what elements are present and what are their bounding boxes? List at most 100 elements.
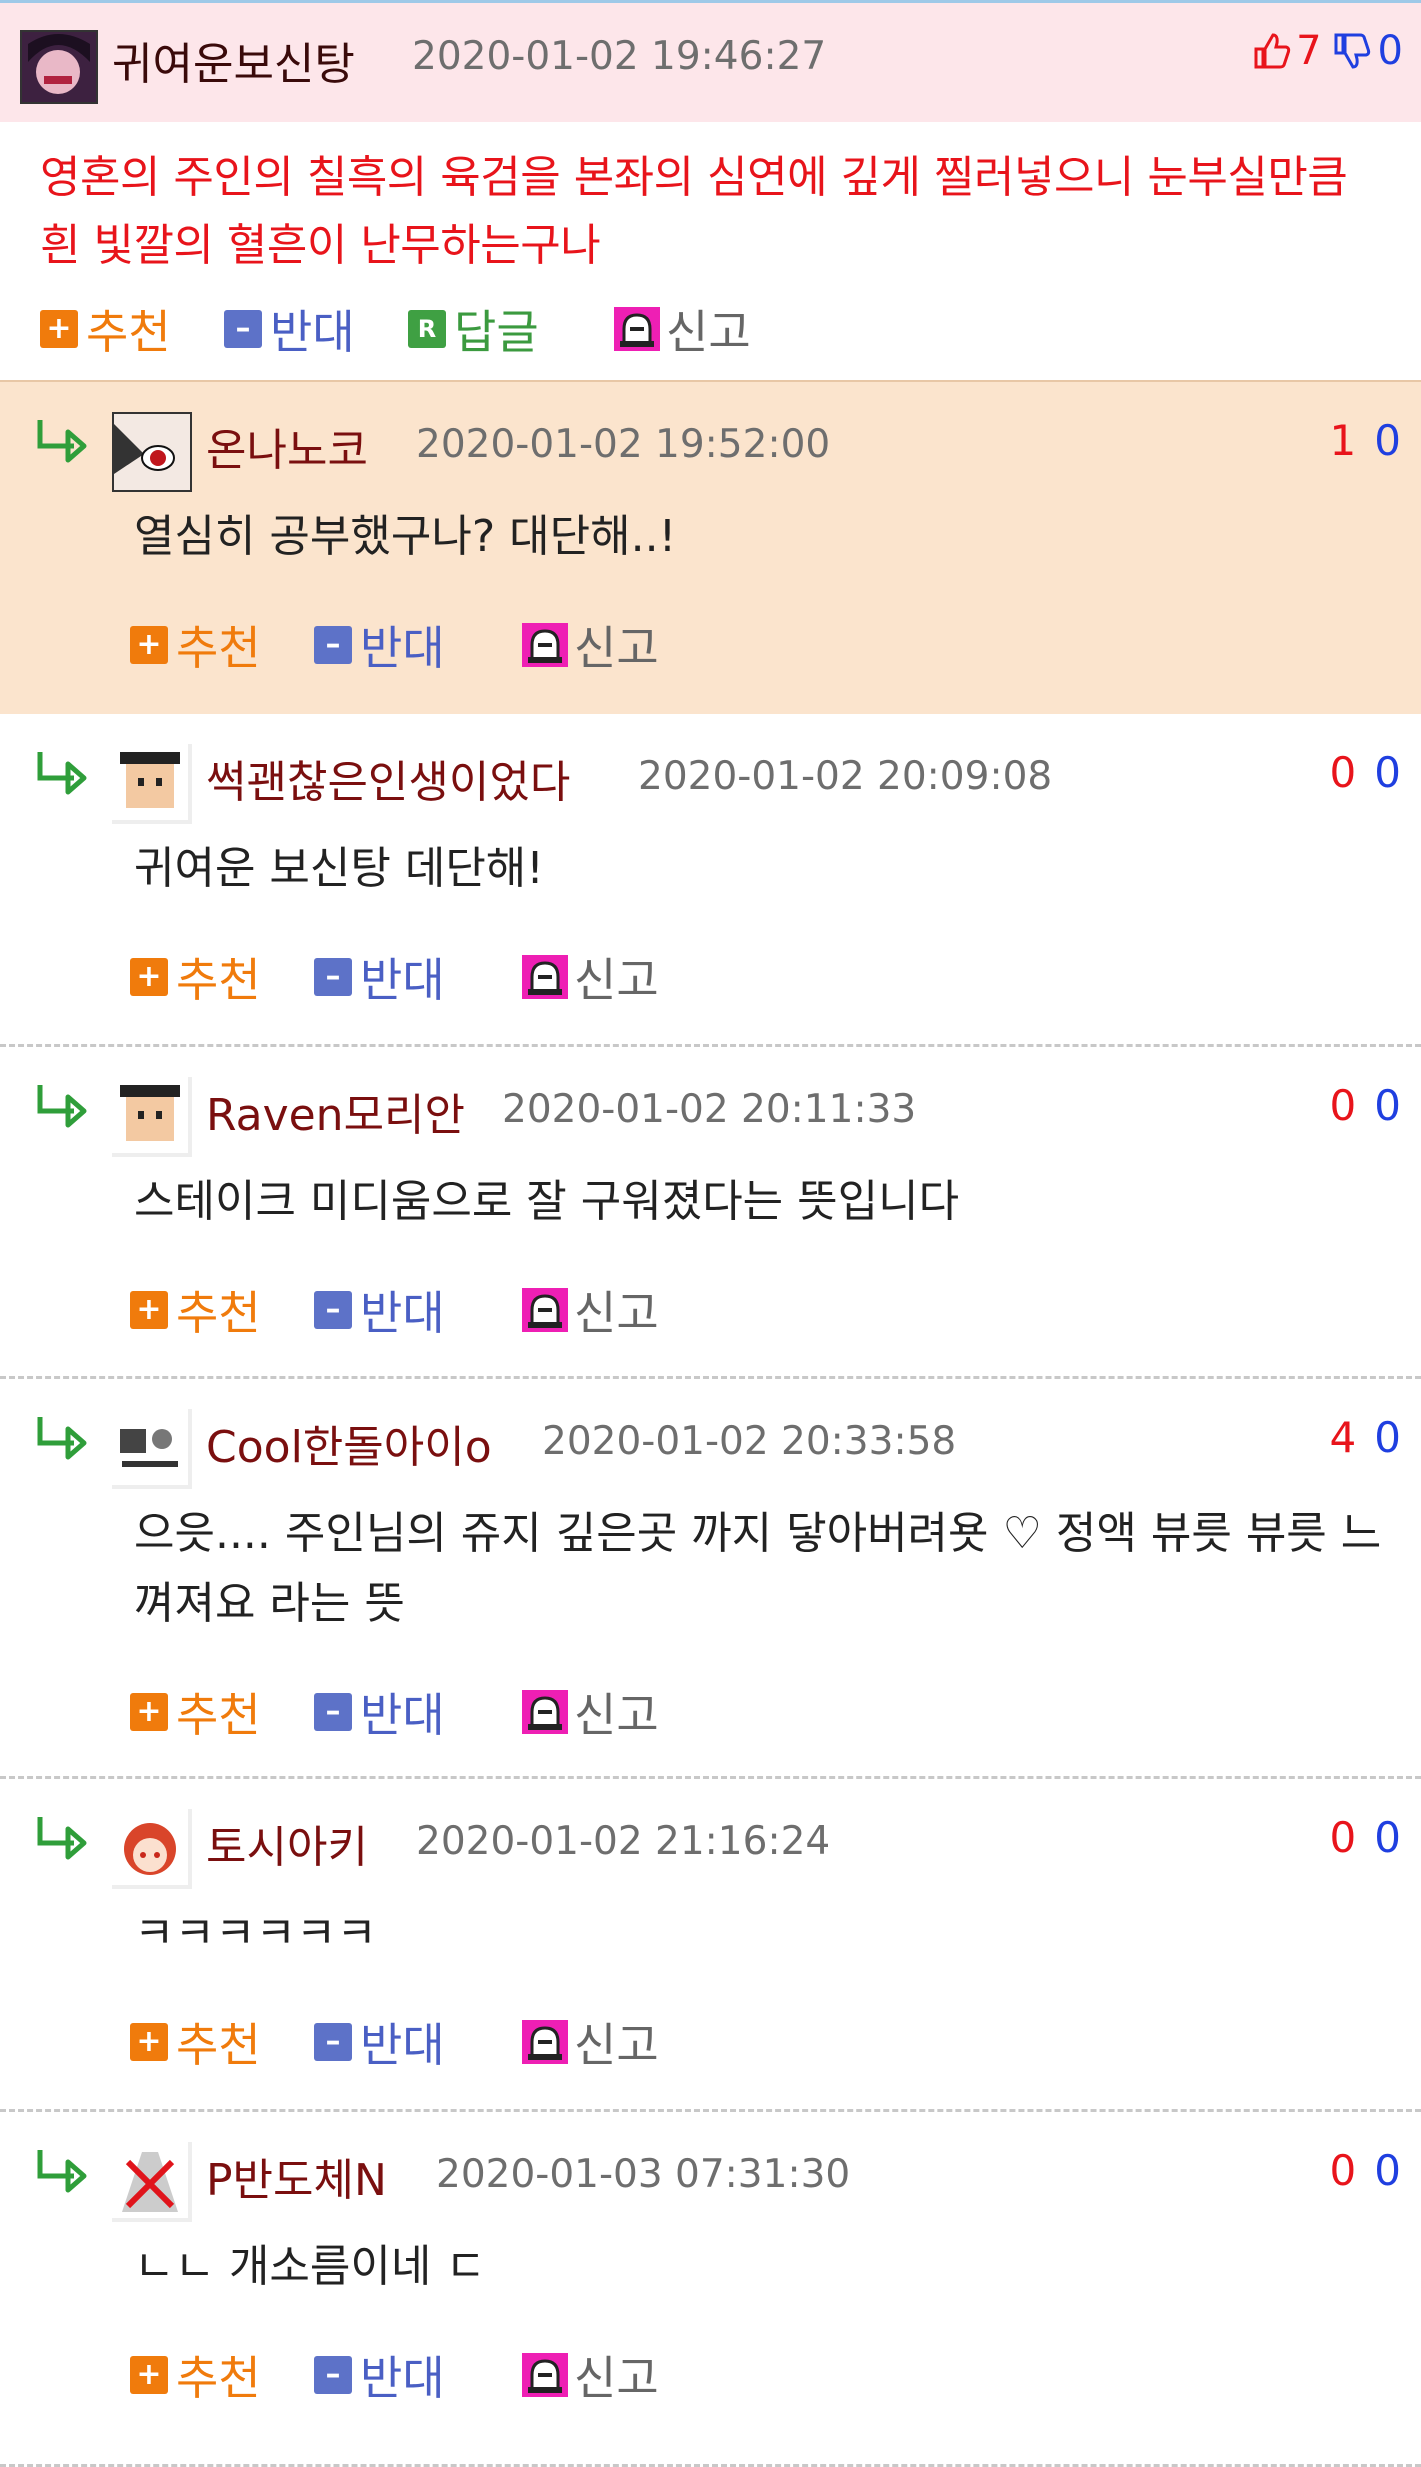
- minus-icon: –: [314, 1693, 352, 1731]
- avatar[interactable]: [112, 2142, 192, 2222]
- report-label: 신고: [666, 305, 751, 359]
- recommend-label: 추천: [176, 1286, 261, 1340]
- avatar[interactable]: [112, 1077, 192, 1157]
- report-button[interactable]: 신고: [522, 2009, 659, 2075]
- recommend-label: 추천: [176, 953, 261, 1007]
- report-button[interactable]: 신고: [522, 1277, 659, 1343]
- comment-row: Raven모리안 2020-01-02 20:11:33 00 스테이크 미디움…: [0, 1047, 1421, 1379]
- comment-actions: + 추천 – 반대 신고: [0, 1679, 1421, 1749]
- oppose-label: 반대: [360, 2018, 445, 2072]
- comment-author-nickname[interactable]: 토시아키: [206, 1811, 368, 1875]
- oppose-button[interactable]: – 반대: [314, 944, 445, 1010]
- oppose-button[interactable]: – 반대: [314, 612, 445, 678]
- comment-up-count: 0: [1329, 748, 1357, 797]
- comment-score: 00: [1330, 1813, 1401, 1862]
- post-actions: + 추천 – 반대 R 답글 신고: [0, 280, 1421, 380]
- post-body: 영혼의 주인의 칠흑의 육검을 본좌의 심연에 깊게 찔러넣으니 눈부실만큼 흰…: [40, 152, 1348, 271]
- comment-down-count: 0: [1374, 1813, 1401, 1862]
- plus-icon: +: [130, 2023, 168, 2061]
- oppose-label: 반대: [360, 621, 445, 675]
- oppose-button[interactable]: – 반대: [314, 1679, 445, 1745]
- report-button[interactable]: 신고: [614, 296, 751, 362]
- report-label: 신고: [574, 1286, 659, 1340]
- reply-arrow-icon: [34, 748, 90, 798]
- oppose-button[interactable]: – 반대: [224, 296, 355, 362]
- avatar[interactable]: [20, 30, 98, 104]
- oppose-label: 반대: [270, 305, 355, 359]
- comment-author-nickname[interactable]: 온나노코: [206, 414, 368, 478]
- comment-actions: + 추천 – 반대 신고: [0, 612, 1421, 682]
- oppose-button[interactable]: – 반대: [314, 1277, 445, 1343]
- avatar[interactable]: [112, 744, 192, 824]
- report-button[interactable]: 신고: [522, 612, 659, 678]
- comment-body: 귀여운 보신탕 데단해!: [134, 843, 544, 894]
- report-button[interactable]: 신고: [522, 944, 659, 1010]
- siren-icon: [522, 2353, 568, 2397]
- oppose-label: 반대: [360, 1688, 445, 1742]
- oppose-label: 반대: [360, 2351, 445, 2405]
- comment-actions: + 추천 – 반대 신고: [0, 1277, 1421, 1347]
- recommend-button[interactable]: + 추천: [130, 2009, 261, 2075]
- siren-icon: [522, 955, 568, 999]
- comment-date: 2020-01-02 21:16:24: [416, 1819, 831, 1864]
- comment-up-count: 4: [1329, 1413, 1357, 1462]
- comment-author-nickname[interactable]: Raven모리안: [206, 1079, 465, 1143]
- recommend-label: 추천: [176, 621, 261, 675]
- comment-down-count: 0: [1374, 416, 1401, 465]
- recommend-button[interactable]: + 추천: [130, 944, 261, 1010]
- siren-icon: [614, 307, 660, 351]
- comment-down-count: 0: [1374, 1081, 1401, 1130]
- avatar[interactable]: [112, 412, 192, 492]
- comment-author-nickname[interactable]: P반도체N: [206, 2144, 387, 2208]
- post-date: 2020-01-02 19:46:27: [412, 34, 827, 79]
- oppose-label: 반대: [360, 953, 445, 1007]
- siren-icon: [522, 1690, 568, 1734]
- comment-down-count: 0: [1374, 1413, 1401, 1462]
- comment-body: 열심히 공부했구나? 대단해..!: [134, 511, 677, 562]
- recommend-button[interactable]: + 추천: [130, 1679, 261, 1745]
- avatar[interactable]: [112, 1809, 192, 1889]
- reply-icon: R: [408, 310, 446, 348]
- comment-date: 2020-01-02 20:11:33: [502, 1087, 917, 1132]
- reply-button[interactable]: R 답글: [408, 296, 539, 362]
- comment-up-count: 1: [1329, 416, 1357, 465]
- recommend-label: 추천: [176, 2018, 261, 2072]
- comment-body: ㅋㅋㅋㅋㅋㅋ: [134, 1908, 377, 1959]
- recommend-label: 추천: [176, 1688, 261, 1742]
- comment-row: Cool한돌아이o 2020-01-02 20:33:58 40 으읏.... …: [0, 1379, 1421, 1779]
- oppose-label: 반대: [360, 1286, 445, 1340]
- recommend-button[interactable]: + 추천: [130, 1277, 261, 1343]
- recommend-button[interactable]: + 추천: [40, 296, 171, 362]
- comment-actions: + 추천 – 반대 신고: [0, 2009, 1421, 2079]
- comment-date: 2020-01-02 19:52:00: [416, 422, 831, 467]
- oppose-button[interactable]: – 반대: [314, 2009, 445, 2075]
- report-label: 신고: [574, 953, 659, 1007]
- comment-up-count: 0: [1329, 1081, 1357, 1130]
- thumbs-up-icon[interactable]: [1252, 31, 1292, 71]
- oppose-button[interactable]: – 반대: [314, 2342, 445, 2408]
- comment-date: 2020-01-02 20:09:08: [638, 754, 1053, 799]
- plus-icon: +: [130, 2356, 168, 2394]
- report-button[interactable]: 신고: [522, 1679, 659, 1745]
- comment-author-nickname[interactable]: 썩괜찮은인생이었다: [206, 746, 570, 810]
- minus-icon: –: [314, 1291, 352, 1329]
- reply-arrow-icon: [34, 1413, 90, 1463]
- comment-score: 10: [1330, 416, 1401, 465]
- comment-up-count: 0: [1329, 1813, 1357, 1862]
- plus-icon: +: [40, 310, 78, 348]
- comment-body: 스테이크 미디움으로 잘 구워졌다는 뜻입니다: [134, 1176, 960, 1227]
- post-author-nickname[interactable]: 귀여운보신탕: [112, 28, 355, 92]
- reply-arrow-icon: [34, 416, 90, 466]
- recommend-button[interactable]: + 추천: [130, 612, 261, 678]
- minus-icon: –: [314, 2023, 352, 2061]
- avatar[interactable]: [112, 1409, 192, 1489]
- thumbs-down-icon[interactable]: [1332, 31, 1372, 71]
- comment-score: 00: [1330, 2146, 1401, 2195]
- comment-score: 40: [1330, 1413, 1401, 1462]
- comment-down-count: 0: [1374, 748, 1401, 797]
- comment-row: 썩괜찮은인생이었다 2020-01-02 20:09:08 00 귀여운 보신탕…: [0, 714, 1421, 1047]
- siren-icon: [522, 2020, 568, 2064]
- comment-author-nickname[interactable]: Cool한돌아이o: [206, 1411, 492, 1475]
- report-button[interactable]: 신고: [522, 2342, 659, 2408]
- recommend-button[interactable]: + 추천: [130, 2342, 261, 2408]
